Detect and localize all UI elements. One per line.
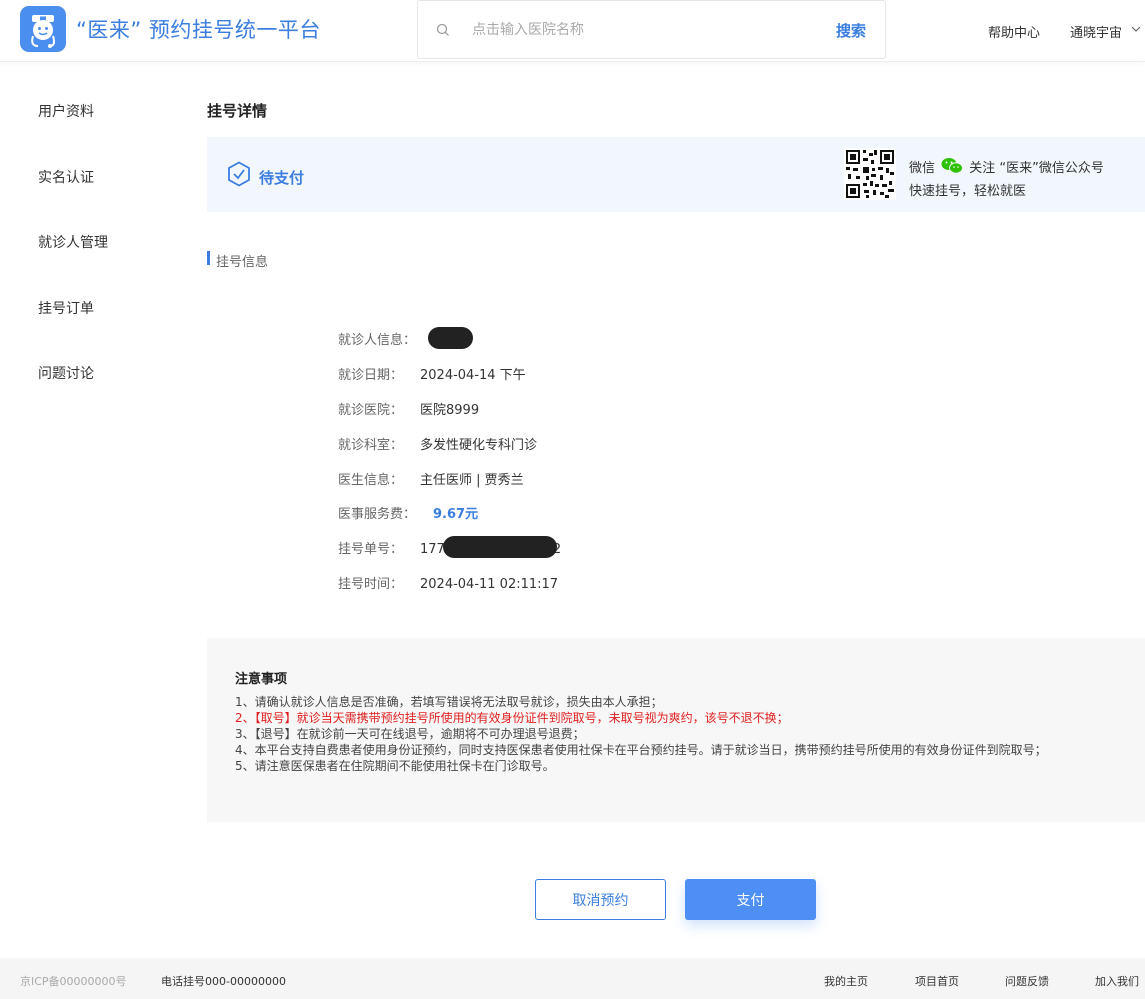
sidebar-item-profile[interactable]: 用户资料 bbox=[38, 101, 94, 121]
info-label: 就诊医院： bbox=[338, 403, 404, 418]
notice-title: 注意事项 bbox=[235, 672, 288, 687]
pay-button[interactable]: 支付 bbox=[685, 879, 816, 920]
info-doctor-row: 医生信息： 主任医师 | 贾秀兰 bbox=[338, 469, 524, 488]
info-label: 就诊人信息： bbox=[338, 333, 417, 348]
notice-item-warning: 2、【取号】就诊当天需携带预约挂号所使用的有效身份证件到院取号，未取号视为爽约，… bbox=[235, 711, 789, 725]
user-menu[interactable]: 通晓宇宙 bbox=[1070, 22, 1122, 41]
redacted-order-number bbox=[443, 536, 557, 558]
info-fee-row: 医事服务费： 9.67元 bbox=[338, 503, 478, 522]
notice-item: 5、请注意医保患者在住院期间不能使用社保卡在门诊取号。 bbox=[235, 759, 555, 773]
notice-item: 4、本平台支持自费患者使用身份证预约，同时支持医保患者使用社保卡在平台预约挂号。… bbox=[235, 743, 1047, 757]
footer: 京ICP备00000000号 电话挂号000-00000000 我的主页 项目首… bbox=[0, 958, 1145, 999]
icp-record[interactable]: 京ICP备00000000号 bbox=[20, 973, 127, 989]
wechat-icon bbox=[941, 158, 964, 174]
info-label: 医事服务费： bbox=[338, 507, 417, 522]
notice-list: 1、请确认就诊人信息是否准确，若填写错误将无法取号就诊，损失由本人承担； 2、【… bbox=[235, 694, 1105, 774]
status-badge: 待支付 bbox=[259, 169, 305, 187]
wechat-follow-label: 关注 “医来”微信公众号 bbox=[969, 161, 1104, 176]
info-value: 多发性硬化专科门诊 bbox=[420, 438, 538, 453]
logo-icon[interactable] bbox=[20, 6, 66, 52]
brand-title[interactable]: “医来” 预约挂号统一平台 bbox=[76, 14, 321, 44]
sidebar-item-patients[interactable]: 就诊人管理 bbox=[38, 232, 108, 252]
info-patient-row: 就诊人信息： bbox=[338, 329, 420, 348]
info-label: 就诊科室： bbox=[338, 438, 404, 453]
search-button[interactable]: 搜索 bbox=[836, 20, 866, 41]
sidebar-item-orders[interactable]: 挂号订单 bbox=[38, 298, 94, 318]
footer-link-feedback[interactable]: 问题反馈 bbox=[1005, 973, 1049, 989]
wechat-follow-text: 微信 关注 “医来”微信公众号 bbox=[909, 157, 1104, 176]
info-hospital-row: 就诊医院： 医院8999 bbox=[338, 399, 479, 418]
phone-booking: 电话挂号000-00000000 bbox=[161, 975, 286, 988]
info-label: 医生信息： bbox=[338, 473, 404, 488]
footer-link-join[interactable]: 加入我们 bbox=[1095, 973, 1139, 989]
sidebar-item-verification[interactable]: 实名认证 bbox=[38, 167, 94, 187]
shield-check-icon bbox=[228, 161, 250, 187]
status-banner: 待支付 微信 关注 “医来”微信公众号 快速挂号，轻松就医 bbox=[207, 137, 1145, 212]
search-icon bbox=[436, 23, 449, 36]
chevron-down-icon[interactable] bbox=[1131, 24, 1141, 34]
wechat-label: 微信 bbox=[909, 161, 936, 176]
info-label: 挂号单号： bbox=[338, 542, 404, 557]
info-value: 2024-04-14 下午 bbox=[420, 368, 526, 383]
page-title: 挂号详情 bbox=[207, 102, 268, 120]
qr-code-icon bbox=[844, 148, 896, 200]
info-value: 177 bbox=[420, 542, 445, 557]
info-date-row: 就诊日期： 2024-04-14 下午 bbox=[338, 364, 526, 383]
section-marker bbox=[207, 251, 210, 265]
wechat-slogan: 快速挂号，轻松就医 bbox=[909, 184, 1027, 199]
info-label: 挂号时间： bbox=[338, 577, 404, 592]
info-value: 医院8999 bbox=[420, 403, 480, 418]
help-center-link[interactable]: 帮助中心 bbox=[988, 22, 1040, 41]
info-time-row: 挂号时间： 2024-04-11 02:11:17 bbox=[338, 573, 558, 592]
notice-item: 3、【退号】在就诊前一天可在线退号，逾期将不可办理退号退费； bbox=[235, 727, 585, 741]
search-input[interactable] bbox=[472, 17, 812, 43]
info-value: 主任医师 | 贾秀兰 bbox=[420, 473, 524, 488]
footer-link-project[interactable]: 项目首页 bbox=[915, 973, 959, 989]
cancel-appointment-button[interactable]: 取消预约 bbox=[535, 879, 666, 920]
redacted-patient bbox=[428, 327, 473, 349]
sidebar-item-discussion[interactable]: 问题讨论 bbox=[38, 363, 94, 383]
top-header: “医来” 预约挂号统一平台 搜索 帮助中心 通晓宇宙 bbox=[0, 0, 1145, 62]
fee-value: 9.67元 bbox=[433, 507, 479, 522]
section-title: 挂号信息 bbox=[216, 255, 269, 270]
info-value: 2024-04-11 02:11:17 bbox=[420, 577, 559, 592]
info-department-row: 就诊科室： 多发性硬化专科门诊 bbox=[338, 434, 537, 453]
search-bar: 搜索 bbox=[417, 0, 886, 59]
footer-link-home[interactable]: 我的主页 bbox=[824, 973, 868, 989]
notice-panel: 注意事项 1、请确认就诊人信息是否准确，若填写错误将无法取号就诊，损失由本人承担… bbox=[207, 638, 1145, 822]
info-label: 就诊日期： bbox=[338, 368, 404, 383]
notice-item: 1、请确认就诊人信息是否准确，若填写错误将无法取号就诊，损失由本人承担； bbox=[235, 695, 663, 709]
